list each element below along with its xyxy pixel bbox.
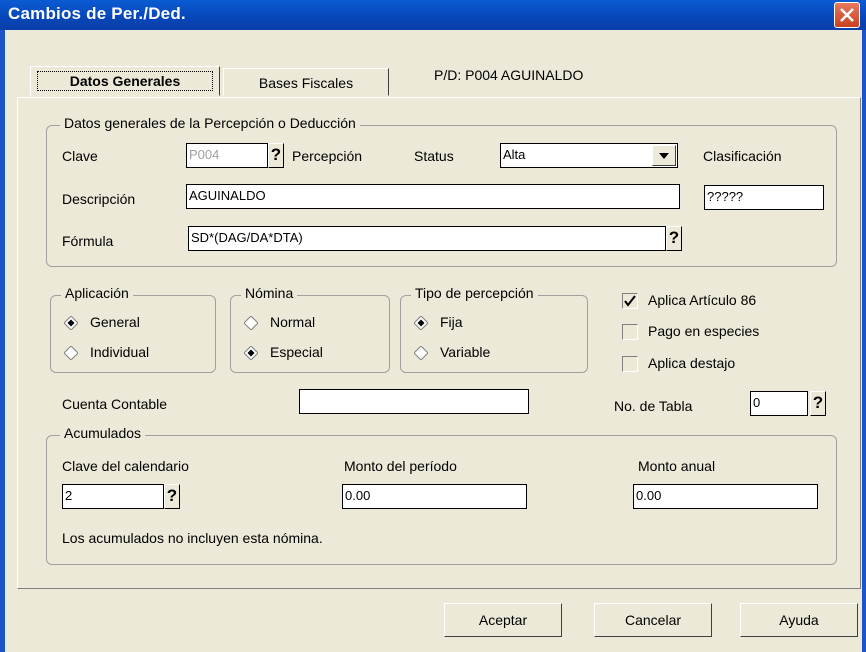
tipo-percepcion-group xyxy=(400,295,588,373)
clave-calendario-help-button[interactable]: ? xyxy=(164,484,180,509)
aplica-articulo-86-label: Aplica Artículo 86 xyxy=(648,292,757,308)
radio-fija[interactable] xyxy=(413,315,429,333)
diamond-radio-icon xyxy=(243,315,259,331)
aplica-destajo-label: Aplica destajo xyxy=(648,355,736,371)
tab-datos-generales[interactable]: Datos Generales xyxy=(30,66,220,96)
cuenta-contable-input[interactable] xyxy=(299,389,529,414)
pd-label: P/D: P004 AGUINALDO xyxy=(434,67,584,83)
radio-especial[interactable] xyxy=(243,345,259,363)
clasificacion-label: Clasificación xyxy=(703,148,782,164)
radio-normal-label: Normal xyxy=(270,314,316,330)
formula-input[interactable]: SD*(DAG/DA*DTA) xyxy=(188,226,666,251)
diamond-radio-icon xyxy=(243,345,259,361)
radio-general-label: General xyxy=(90,314,140,330)
acumulados-note: Los acumulados no incluyen esta nómina. xyxy=(62,530,323,546)
window-title: Cambios de Per./Ded. xyxy=(8,4,186,23)
acumulados-legend: Acumulados xyxy=(60,425,146,441)
clave-help-button[interactable]: ? xyxy=(268,143,284,168)
ayuda-button[interactable]: Ayuda xyxy=(740,603,858,637)
status-label: Status xyxy=(414,148,454,164)
monto-periodo-input[interactable]: 0.00 xyxy=(342,484,527,509)
nomina-legend: Nómina xyxy=(241,285,298,301)
cuenta-contable-label: Cuenta Contable xyxy=(62,396,168,412)
radio-individual-label: Individual xyxy=(90,344,150,360)
radio-fija-label: Fija xyxy=(440,314,463,330)
monto-anual-label: Monto anual xyxy=(638,458,716,474)
status-dropdown-button[interactable] xyxy=(652,145,676,166)
close-button[interactable] xyxy=(834,2,860,28)
no-tabla-label: No. de Tabla xyxy=(614,398,693,414)
clasificacion-input[interactable]: ????? xyxy=(704,185,824,210)
diamond-radio-icon xyxy=(63,315,79,331)
window-border-right xyxy=(862,30,866,652)
tab-bases-fiscales[interactable]: Bases Fiscales xyxy=(223,68,389,96)
percepcion-label: Percepción xyxy=(292,148,363,164)
checkbox-pago-en-especies[interactable] xyxy=(622,324,638,340)
monto-anual-input[interactable]: 0.00 xyxy=(633,484,818,509)
tab-label: Bases Fiscales xyxy=(258,75,354,91)
window-border-left xyxy=(0,30,5,652)
diamond-radio-icon xyxy=(413,315,429,331)
aplicacion-legend: Aplicación xyxy=(61,285,133,301)
clave-calendario-label: Clave del calendario xyxy=(62,458,189,474)
diamond-radio-icon xyxy=(413,345,429,361)
cancelar-button[interactable]: Cancelar xyxy=(594,603,712,637)
no-tabla-input[interactable]: 0 xyxy=(750,391,808,416)
radio-especial-label: Especial xyxy=(270,344,323,360)
monto-periodo-label: Monto del período xyxy=(344,458,457,474)
descripcion-label: Descripción xyxy=(62,191,136,207)
diamond-radio-icon xyxy=(63,345,79,361)
datos-generales-legend: Datos generales de la Percepción o Deduc… xyxy=(60,115,360,131)
clave-input[interactable]: P004 xyxy=(186,143,268,168)
formula-label: Fórmula xyxy=(62,233,114,249)
radio-variable-label: Variable xyxy=(440,344,491,360)
close-icon xyxy=(840,8,854,22)
radio-variable[interactable] xyxy=(413,345,429,363)
tipo-percepcion-legend: Tipo de percepción xyxy=(411,285,538,301)
radio-general[interactable] xyxy=(63,315,79,333)
descripcion-input[interactable]: AGUINALDO xyxy=(186,184,680,209)
radio-individual[interactable] xyxy=(63,345,79,363)
checkbox-aplica-destajo[interactable] xyxy=(622,356,638,372)
checkmark-icon xyxy=(624,295,636,307)
pago-en-especies-label: Pago en especies xyxy=(648,323,760,339)
no-tabla-help-button[interactable]: ? xyxy=(810,391,826,416)
chevron-down-icon xyxy=(659,153,669,159)
radio-normal[interactable] xyxy=(243,315,259,333)
clave-calendario-input[interactable]: 2 xyxy=(62,484,164,509)
clave-label: Clave xyxy=(62,148,98,164)
formula-help-button[interactable]: ? xyxy=(666,226,682,251)
aceptar-button[interactable]: Aceptar xyxy=(444,603,562,637)
checkbox-aplica-articulo-86[interactable] xyxy=(622,293,638,309)
